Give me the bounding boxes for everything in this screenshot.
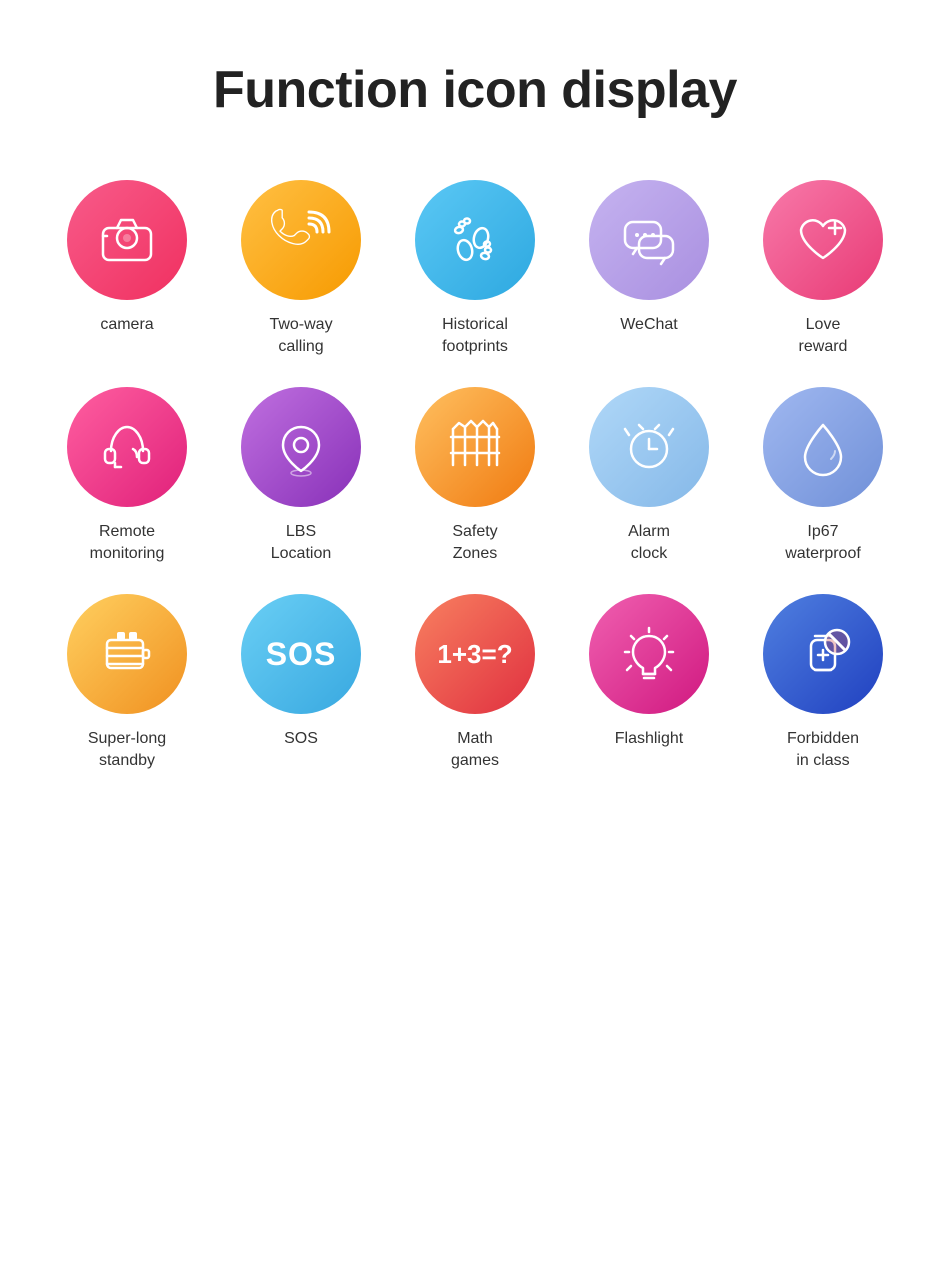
label-math-games: Math games bbox=[451, 728, 499, 771]
label-remote-monitoring: Remote monitoring bbox=[90, 521, 165, 564]
label-forbidden-in-class: Forbidden in class bbox=[787, 728, 859, 771]
icon-circle-flashlight bbox=[589, 594, 709, 714]
label-lbs-location: LBS Location bbox=[271, 521, 332, 564]
label-flashlight: Flashlight bbox=[615, 728, 683, 750]
item-wechat: WeChat bbox=[567, 180, 731, 357]
icon-circle-ip67-waterproof bbox=[763, 387, 883, 507]
item-forbidden-in-class: Forbidden in class bbox=[741, 594, 905, 771]
label-wechat: WeChat bbox=[620, 314, 678, 336]
page-title: Function icon display bbox=[213, 60, 737, 120]
item-historical-footprints: Historical footprints bbox=[393, 180, 557, 357]
icon-circle-alarm-clock bbox=[589, 387, 709, 507]
icon-circle-camera bbox=[67, 180, 187, 300]
icon-circle-wechat bbox=[589, 180, 709, 300]
item-sos: SOS SOS bbox=[219, 594, 383, 771]
icon-circle-safety-zones bbox=[415, 387, 535, 507]
label-ip67-waterproof: Ip67 waterproof bbox=[785, 521, 861, 564]
item-safety-zones: Safety Zones bbox=[393, 387, 557, 564]
label-alarm-clock: Alarm clock bbox=[628, 521, 670, 564]
icon-circle-math-games: 1+3=? bbox=[415, 594, 535, 714]
label-love-reward: Love reward bbox=[799, 314, 848, 357]
icon-circle-historical-footprints bbox=[415, 180, 535, 300]
icon-circle-forbidden-in-class bbox=[763, 594, 883, 714]
math-text-label: 1+3=? bbox=[437, 639, 512, 670]
item-two-way-calling: Two-way calling bbox=[219, 180, 383, 357]
item-remote-monitoring: Remote monitoring bbox=[45, 387, 209, 564]
item-alarm-clock: Alarm clock bbox=[567, 387, 731, 564]
label-super-long-standby: Super-long standby bbox=[88, 728, 166, 771]
item-flashlight: Flashlight bbox=[567, 594, 731, 771]
item-math-games: 1+3=? Math games bbox=[393, 594, 557, 771]
label-camera: camera bbox=[100, 314, 153, 336]
item-lbs-location: LBS Location bbox=[219, 387, 383, 564]
icon-circle-love-reward bbox=[763, 180, 883, 300]
label-two-way-calling: Two-way calling bbox=[269, 314, 332, 357]
icon-circle-super-long-standby bbox=[67, 594, 187, 714]
item-super-long-standby: Super-long standby bbox=[45, 594, 209, 771]
item-ip67-waterproof: Ip67 waterproof bbox=[741, 387, 905, 564]
item-camera: camera bbox=[45, 180, 209, 357]
item-love-reward: Love reward bbox=[741, 180, 905, 357]
icon-grid: camera Two-way calling Historical footpr… bbox=[45, 180, 905, 772]
icon-circle-remote-monitoring bbox=[67, 387, 187, 507]
label-safety-zones: Safety Zones bbox=[452, 521, 497, 564]
icon-circle-lbs-location bbox=[241, 387, 361, 507]
label-historical-footprints: Historical footprints bbox=[442, 314, 508, 357]
sos-text-label: SOS bbox=[266, 636, 337, 673]
icon-circle-two-way-calling bbox=[241, 180, 361, 300]
icon-circle-sos: SOS bbox=[241, 594, 361, 714]
label-sos: SOS bbox=[284, 728, 318, 750]
